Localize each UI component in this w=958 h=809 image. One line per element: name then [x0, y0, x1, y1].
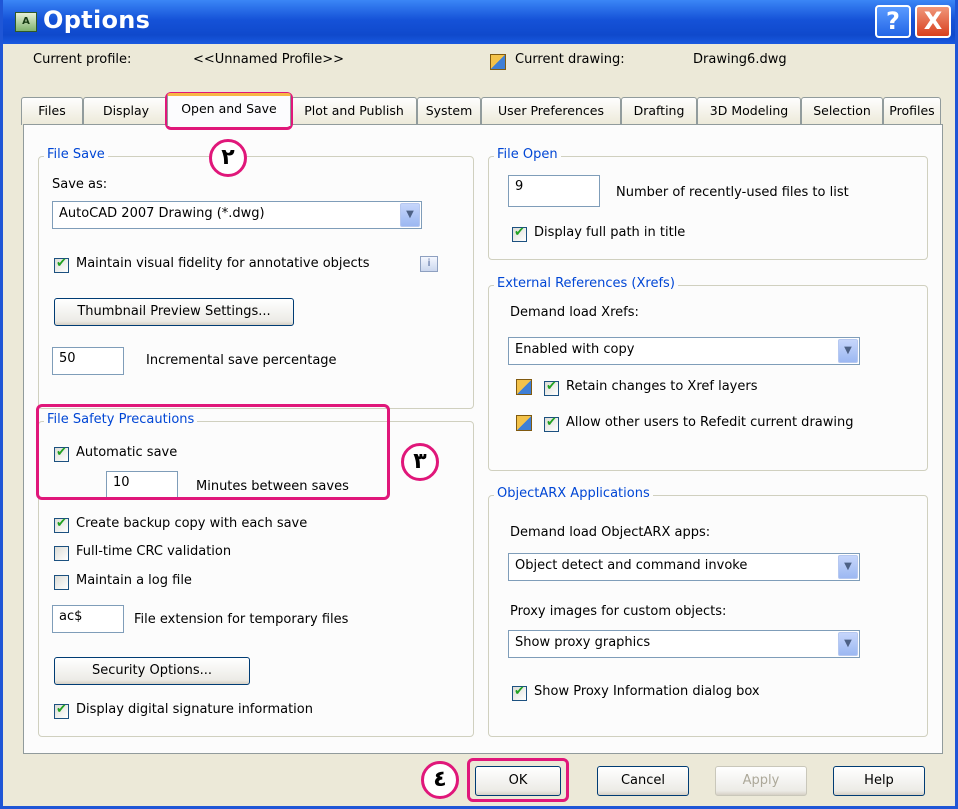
file-open-legend: File Open — [494, 147, 561, 162]
drawing-icon — [490, 54, 506, 70]
cancel-button[interactable]: Cancel — [597, 766, 689, 796]
xref-layer-icon — [516, 379, 532, 395]
callout-number-tab: ٢ — [209, 139, 247, 177]
demand-load-xrefs-dropdown[interactable]: Enabled with copy ▼ — [508, 337, 860, 365]
proxy-images-value: Show proxy graphics — [515, 635, 651, 650]
dialog-title: Options — [43, 6, 151, 34]
demand-load-arx-dropdown[interactable]: Object detect and command invoke ▼ — [508, 553, 860, 581]
demand-load-xrefs-value: Enabled with copy — [515, 342, 635, 357]
callout-highlight-safety — [36, 404, 390, 500]
demand-load-arx-value: Object detect and command invoke — [515, 558, 748, 573]
file-save-legend: File Save — [44, 147, 108, 162]
log-file-checkbox[interactable] — [54, 575, 69, 590]
refedit-icon — [516, 415, 532, 431]
incremental-save-field[interactable]: 50 — [52, 347, 124, 375]
tab-profiles[interactable]: Profiles — [883, 97, 941, 125]
tab-user-preferences[interactable]: User Preferences — [481, 97, 621, 125]
recent-files-count-label: Number of recently-used files to list — [616, 185, 849, 200]
proxy-info-checkbox[interactable] — [512, 684, 527, 701]
thumbnail-preview-button[interactable]: Thumbnail Preview Settings... — [54, 298, 294, 326]
callout-number-safety: ٣ — [401, 443, 439, 481]
incremental-save-label: Incremental save percentage — [146, 353, 337, 368]
proxy-images-label: Proxy images for custom objects: — [510, 604, 727, 619]
chevron-down-icon[interactable]: ▼ — [838, 339, 858, 363]
demand-load-arx-label: Demand load ObjectARX apps: — [510, 525, 711, 540]
crc-validation-label: Full-time CRC validation — [76, 544, 232, 559]
autocad-app-icon: A — [15, 12, 37, 32]
chevron-down-icon[interactable]: ▼ — [838, 632, 858, 656]
current-profile-label: Current profile: — [33, 52, 132, 67]
backup-copy-label: Create backup copy with each save — [76, 516, 308, 531]
allow-refedit-checkbox[interactable] — [544, 415, 559, 432]
current-drawing-label: Current drawing: — [515, 52, 625, 67]
current-drawing-value: Drawing6.dwg — [693, 52, 787, 67]
save-as-label: Save as: — [52, 177, 108, 192]
full-path-label: Display full path in title — [534, 225, 686, 240]
tab-system[interactable]: System — [417, 97, 481, 125]
proxy-info-label: Show Proxy Information dialog box — [534, 684, 760, 699]
temp-file-extension-field[interactable]: ac$ — [52, 605, 124, 633]
help-button[interactable]: Help — [833, 766, 925, 796]
title-bar[interactable]: A Options ? X — [3, 0, 955, 44]
retain-xref-changes-label: Retain changes to Xref layers — [566, 379, 758, 394]
help-title-button[interactable]: ? — [875, 5, 911, 38]
recent-files-count-field[interactable]: 9 — [508, 175, 600, 207]
fidelity-checkbox[interactable] — [54, 256, 69, 273]
backup-copy-checkbox[interactable] — [54, 516, 69, 533]
current-profile-value: <<Unnamed Profile>> — [193, 52, 344, 67]
chevron-down-icon[interactable]: ▼ — [400, 203, 420, 227]
callout-number-ok: ٤ — [421, 761, 459, 799]
tab-drafting[interactable]: Drafting — [621, 97, 697, 125]
fidelity-label: Maintain visual fidelity for annotative … — [76, 256, 370, 271]
tab-selection[interactable]: Selection — [801, 97, 883, 125]
proxy-images-dropdown[interactable]: Show proxy graphics ▼ — [508, 630, 860, 658]
close-icon[interactable]: X — [915, 5, 951, 38]
tab-plot-and-publish[interactable]: Plot and Publish — [291, 97, 417, 125]
temp-file-extension-label: File extension for temporary files — [134, 612, 349, 627]
crc-validation-checkbox[interactable] — [54, 546, 69, 561]
apply-button: Apply — [715, 766, 807, 796]
save-as-dropdown[interactable]: AutoCAD 2007 Drawing (*.dwg) ▼ — [52, 201, 422, 229]
options-dialog: A Options ? X Current profile: <<Unnamed… — [0, 0, 958, 809]
demand-load-xrefs-label: Demand load Xrefs: — [510, 305, 639, 320]
tab-3d-modeling[interactable]: 3D Modeling — [697, 97, 801, 125]
callout-highlight-ok — [467, 758, 569, 802]
log-file-label: Maintain a log file — [76, 573, 192, 588]
info-icon[interactable]: i — [420, 256, 438, 272]
tab-open-and-save[interactable]: Open and Save — [167, 93, 291, 126]
allow-refedit-label: Allow other users to Refedit current dra… — [566, 415, 854, 430]
objectarx-legend: ObjectARX Applications — [494, 486, 653, 501]
retain-xref-changes-checkbox[interactable] — [544, 379, 559, 396]
file-open-group — [488, 156, 928, 260]
security-options-button[interactable]: Security Options... — [54, 657, 250, 685]
chevron-down-icon[interactable]: ▼ — [838, 555, 858, 579]
full-path-checkbox[interactable] — [512, 225, 527, 242]
digital-signature-label: Display digital signature information — [76, 702, 313, 717]
tab-files[interactable]: Files — [21, 97, 83, 125]
digital-signature-checkbox[interactable] — [54, 702, 69, 719]
save-as-value: AutoCAD 2007 Drawing (*.dwg) — [59, 206, 265, 221]
tab-display[interactable]: Display — [83, 97, 169, 125]
xrefs-legend: External References (Xrefs) — [494, 276, 678, 291]
